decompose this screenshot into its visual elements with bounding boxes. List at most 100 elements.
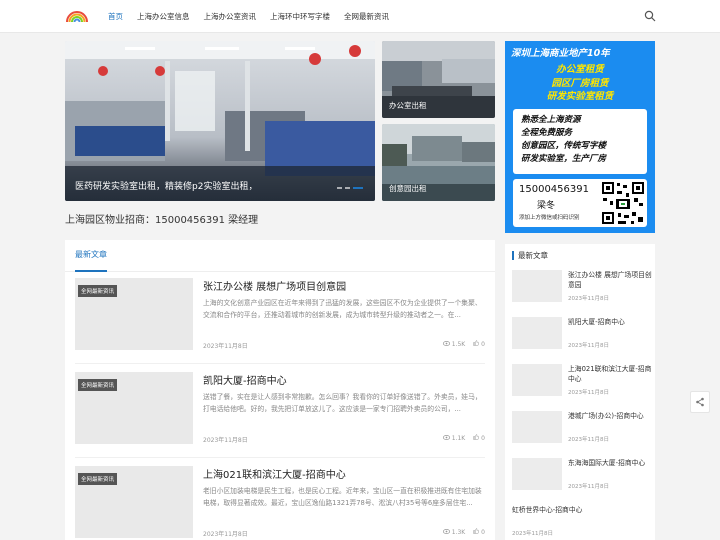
- main-nav: 首页 上海办公室信息 上海办公室资讯 上海环中环写字楼 全网最新资讯: [108, 0, 403, 33]
- article-date: 2023年11月8日: [203, 437, 248, 444]
- views-value: 1.3K: [451, 528, 466, 536]
- contact-line: 上海园区物业招商：15000456391 梁经理: [65, 215, 259, 226]
- article-date: 2023年11月8日: [203, 343, 248, 350]
- ad-note: 添加上方微信或扫码识别: [519, 215, 580, 221]
- sidebar-post-title[interactable]: 凯阳大厦-招商中心: [568, 317, 652, 327]
- category-badge[interactable]: 全网最新资讯: [78, 379, 118, 391]
- slider-dot[interactable]: [337, 187, 342, 189]
- sidebar-heading: 最新文章: [512, 250, 548, 261]
- hero-caption[interactable]: 医药研发实验室出租，精装修p2实验室出租，: [75, 179, 257, 192]
- category-badge[interactable]: 全网最新资讯: [78, 473, 118, 485]
- eye-icon: [442, 340, 450, 346]
- views-count: 1.3K: [442, 528, 466, 536]
- sidebar-post-date: 2023年11月8日: [568, 437, 609, 443]
- nav-latest-news[interactable]: 全网最新资讯: [344, 11, 389, 22]
- sidebar-post-thumbnail[interactable]: [512, 270, 562, 302]
- sidebar-post-date: 2023年11月8日: [568, 343, 609, 349]
- article-excerpt: 老旧小区加装电梯是民生工程，也是民心工程。近年来，宝山区一直在积极推进既有住宅加…: [203, 487, 482, 507]
- sidebar-post-date: 2023年11月8日: [568, 390, 609, 396]
- ad-phone: 15000456391: [519, 184, 589, 195]
- thumbs-up-icon: [473, 340, 480, 346]
- tab-indicator: [75, 270, 107, 272]
- thumbs-up-icon: [473, 434, 480, 440]
- site-header: 首页 上海办公室信息 上海办公室资讯 上海环中环写字楼 全网最新资讯: [0, 0, 720, 33]
- likes-value: 0: [481, 341, 485, 348]
- sidebar-post-title[interactable]: 东海海国际大厦-招商中心: [568, 458, 652, 468]
- nav-ring-office[interactable]: 上海环中环写字楼: [270, 11, 330, 22]
- article-tabs: 最新文章: [65, 240, 495, 272]
- eye-icon: [442, 528, 450, 534]
- side-card-office-label[interactable]: 办公室出租: [389, 100, 427, 111]
- likes-count[interactable]: 0: [473, 528, 485, 536]
- likes-count[interactable]: 0: [473, 340, 485, 348]
- nav-office-info[interactable]: 上海办公室信息: [137, 11, 190, 22]
- article-divider: [75, 363, 485, 364]
- article-divider: [75, 457, 485, 458]
- rainbow-logo-icon[interactable]: [66, 9, 88, 23]
- article-title[interactable]: 上海021联和滨江大厦-招商中心: [203, 466, 346, 481]
- ad-headline: 深圳上海商业地产10年: [511, 48, 610, 59]
- article-thumbnail[interactable]: 全网最新资讯: [75, 372, 193, 444]
- sidebar-post-thumbnail[interactable]: [512, 364, 562, 396]
- qr-code-icon: [601, 181, 645, 225]
- ad-banner[interactable]: 深圳上海商业地产10年 办公室租赁 园区厂房租赁 研发实验室租赁 熟悉全上海资源…: [505, 41, 655, 233]
- likes-count[interactable]: 0: [473, 434, 485, 442]
- likes-value: 0: [481, 529, 485, 536]
- sidebar-post-title[interactable]: 虹桥世界中心-招商中心: [512, 505, 652, 515]
- lab-photo: [65, 41, 375, 201]
- nav-home[interactable]: 首页: [108, 11, 123, 22]
- latest-articles: 最新文章 全网最新资讯 张江办公楼 展想广场项目创意园 上海的文化创意产业园区在…: [65, 240, 495, 540]
- article-title[interactable]: 张江办公楼 展想广场项目创意园: [203, 278, 346, 293]
- slider-dots: [337, 187, 363, 189]
- ad-service-item: 园区厂房租赁: [551, 77, 609, 89]
- sidebar-post-thumbnail[interactable]: [512, 411, 562, 443]
- views-count: 1.5K: [442, 340, 465, 348]
- side-card-park[interactable]: 创意园出租: [382, 124, 495, 201]
- nav-office-news[interactable]: 上海办公室资讯: [204, 11, 257, 22]
- article-stats: 1.1K 0: [442, 434, 485, 442]
- ad-features: 熟悉全上海资源 全程免费服务 创意园区，传统写字楼 研发实验室，生产厂房: [513, 109, 647, 174]
- share-icon: [696, 397, 704, 407]
- ad-feature-item: 创意园区，传统写字楼: [521, 141, 607, 151]
- heading-accent-bar: [512, 251, 514, 260]
- ad-services: 办公室租赁 园区厂房租赁 研发实验室租赁: [511, 63, 649, 104]
- article-excerpt: 送错了餐，实在是让人感到非常抱歉。怎么回事？我看你的订单好像送错了。外卖员，娃马…: [203, 393, 482, 413]
- ad-contact: 15000456391 梁冬 添加上方微信或扫码识别: [513, 179, 647, 227]
- share-button[interactable]: [690, 391, 710, 413]
- sidebar-heading-text: 最新文章: [518, 251, 548, 260]
- article-title[interactable]: 凯阳大厦-招商中心: [203, 372, 287, 387]
- eye-icon: [442, 434, 450, 440]
- views-count: 1.1K: [442, 434, 466, 442]
- likes-value: 0: [481, 435, 485, 442]
- ad-feature-item: 研发实验室，生产厂房: [521, 154, 607, 164]
- category-badge[interactable]: 全网最新资讯: [78, 285, 118, 297]
- article-stats: 1.5K 0: [442, 340, 485, 348]
- hero-slider[interactable]: 医药研发实验室出租，精装修p2实验室出租，: [65, 41, 375, 201]
- side-card-park-label[interactable]: 创意园出租: [389, 183, 427, 194]
- ad-person: 梁冬: [537, 201, 556, 211]
- article-thumbnail[interactable]: 全网最新资讯: [75, 466, 193, 538]
- sidebar-post-date: 2023年11月8日: [568, 296, 609, 302]
- article-thumbnail[interactable]: 全网最新资讯: [75, 278, 193, 350]
- slider-dot[interactable]: [345, 187, 350, 189]
- slider-dot-active[interactable]: [353, 187, 363, 189]
- thumbs-up-icon: [473, 528, 480, 534]
- sidebar-latest: 最新文章 张江办公楼 展想广场项目创意园 2023年11月8日 凯阳大厦-招商中…: [505, 244, 655, 540]
- sidebar-post-title[interactable]: 上海021联和滨江大厦-招商中心: [568, 364, 652, 384]
- ad-service-item: 研发实验室租赁: [546, 91, 614, 102]
- views-value: 1.1K: [451, 434, 466, 442]
- sidebar-post-thumbnail[interactable]: [512, 458, 562, 490]
- side-card-office[interactable]: 办公室出租: [382, 41, 495, 118]
- tab-latest[interactable]: 最新文章: [75, 249, 107, 260]
- sidebar-post-date: 2023年11月8日: [568, 484, 609, 490]
- ad-service-item: 办公室租赁: [556, 64, 604, 75]
- sidebar-post-title[interactable]: 港城广场(办公)-招商中心: [568, 411, 652, 421]
- search-icon[interactable]: [644, 10, 656, 22]
- sidebar-post-thumbnail[interactable]: [512, 317, 562, 349]
- ad-feature-item: 全程免费服务: [521, 128, 573, 138]
- sidebar-post-title[interactable]: 张江办公楼 展想广场项目创意园: [568, 270, 652, 290]
- sidebar-post-date: 2023年11月8日: [512, 531, 553, 537]
- article-stats: 1.3K 0: [442, 528, 485, 536]
- article-excerpt: 上海的文化创意产业园区在近年来得到了迅猛的发展，这些园区不仅为企业提供了一个集聚…: [203, 299, 482, 319]
- article-date: 2023年11月8日: [203, 531, 248, 538]
